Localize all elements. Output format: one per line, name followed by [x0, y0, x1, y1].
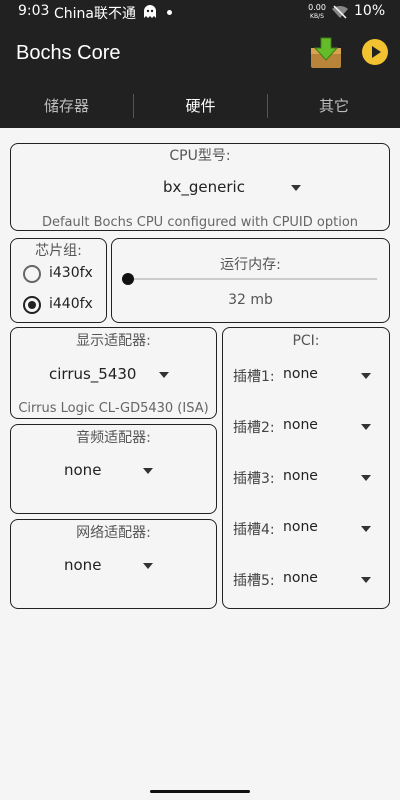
display-select[interactable]: cirrus_5430 — [41, 365, 181, 387]
battery-level: 10% — [354, 3, 386, 19]
download-icon[interactable] — [309, 36, 343, 70]
cpu-description: Default Bochs CPU configured with CPUID … — [41, 215, 359, 230]
pci-slot-label: 插槽5: — [233, 573, 275, 589]
radio-checked-icon — [23, 296, 41, 314]
chipset-option-i440fx[interactable]: i440fx — [23, 296, 103, 318]
tab-storage[interactable]: 储存器 — [0, 84, 133, 128]
radio-unchecked-icon — [23, 265, 41, 283]
wifi-off-icon — [332, 5, 348, 23]
app-bar: Bochs Core — [0, 24, 400, 84]
pci-slot-value: none — [283, 570, 318, 586]
dropdown-arrow-icon — [361, 373, 371, 379]
network-label: 网络适配器: — [76, 525, 151, 541]
pci-slot-value: none — [283, 366, 318, 382]
status-bar: 9:03 China联不通 0.00 KB/S 10% — [0, 0, 400, 24]
app-title: Bochs Core — [16, 42, 121, 64]
dropdown-arrow-icon — [143, 468, 153, 474]
display-panel: 显示适配器: cirrus_5430 Cirrus Logic CL-GD543… — [10, 327, 217, 419]
play-icon[interactable] — [362, 39, 388, 65]
dropdown-arrow-icon — [159, 372, 169, 378]
status-carrier: China联不通 — [54, 6, 136, 22]
tab-other[interactable]: 其它 — [268, 84, 400, 128]
network-panel: 网络适配器: none — [10, 519, 217, 609]
pci-slot-4[interactable]: 插槽4: none — [223, 519, 388, 543]
status-time: 9:03 — [18, 3, 50, 19]
network-select[interactable]: none — [56, 556, 166, 578]
pci-label: PCI: — [292, 333, 320, 349]
chipset-label: 芯片组: — [35, 243, 82, 259]
tab-bar: 储存器 硬件 其它 — [0, 84, 400, 128]
pci-slot-label: 插槽2: — [233, 420, 275, 436]
pci-slot-value: none — [283, 468, 318, 484]
audio-label: 音频适配器: — [76, 430, 151, 446]
audio-select[interactable]: none — [56, 461, 166, 483]
notification-dot-icon — [167, 10, 172, 15]
ghost-icon — [143, 5, 157, 23]
audio-select-value: none — [64, 461, 102, 479]
dropdown-arrow-icon — [361, 577, 371, 583]
dropdown-arrow-icon — [361, 475, 371, 481]
pci-slot-3[interactable]: 插槽3: none — [223, 468, 388, 492]
cpu-label: CPU型号: — [169, 148, 231, 164]
display-label: 显示适配器: — [76, 333, 151, 349]
pci-slot-5[interactable]: 插槽5: none — [223, 570, 388, 594]
dropdown-arrow-icon — [361, 526, 371, 532]
pci-slot-value: none — [283, 519, 318, 535]
chipset-panel: 芯片组: i430fx i440fx — [10, 238, 107, 323]
pci-slot-label: 插槽4: — [233, 522, 275, 538]
memory-panel: 运行内存: 32 mb — [111, 238, 390, 323]
tab-hardware[interactable]: 硬件 — [134, 84, 267, 128]
audio-panel: 音频适配器: none — [10, 424, 217, 514]
display-description: Cirrus Logic CL-GD5430 (ISA) — [18, 401, 209, 416]
cpu-panel: CPU型号: bx_generic Default Bochs CPU conf… — [10, 143, 390, 231]
memory-slider[interactable] — [122, 271, 377, 287]
chipset-option-i430fx[interactable]: i430fx — [23, 265, 103, 287]
chipset-option-label: i430fx — [49, 265, 93, 281]
pci-slot-label: 插槽3: — [233, 471, 275, 487]
dropdown-arrow-icon — [361, 424, 371, 430]
pci-slot-1[interactable]: 插槽1: none — [223, 366, 388, 390]
pci-slot-value: none — [283, 417, 318, 433]
cpu-select[interactable]: bx_generic — [151, 178, 311, 200]
pci-panel: PCI: 插槽1: none 插槽2: none 插槽3: none 插槽4: … — [222, 327, 390, 609]
pci-slot-2[interactable]: 插槽2: none — [223, 417, 388, 441]
pci-slot-label: 插槽1: — [233, 369, 275, 385]
memory-value: 32 mb — [228, 292, 273, 308]
dropdown-arrow-icon — [291, 185, 301, 191]
chipset-option-label: i440fx — [49, 296, 93, 312]
network-select-value: none — [64, 556, 102, 574]
home-gesture-handle[interactable] — [150, 790, 250, 793]
slider-track — [122, 278, 377, 280]
dropdown-arrow-icon — [143, 563, 153, 569]
network-speed: 0.00 KB/S — [308, 3, 326, 21]
cpu-select-value: bx_generic — [163, 178, 245, 196]
display-select-value: cirrus_5430 — [49, 365, 137, 383]
navigation-bar — [0, 782, 400, 800]
slider-thumb[interactable] — [122, 273, 134, 285]
